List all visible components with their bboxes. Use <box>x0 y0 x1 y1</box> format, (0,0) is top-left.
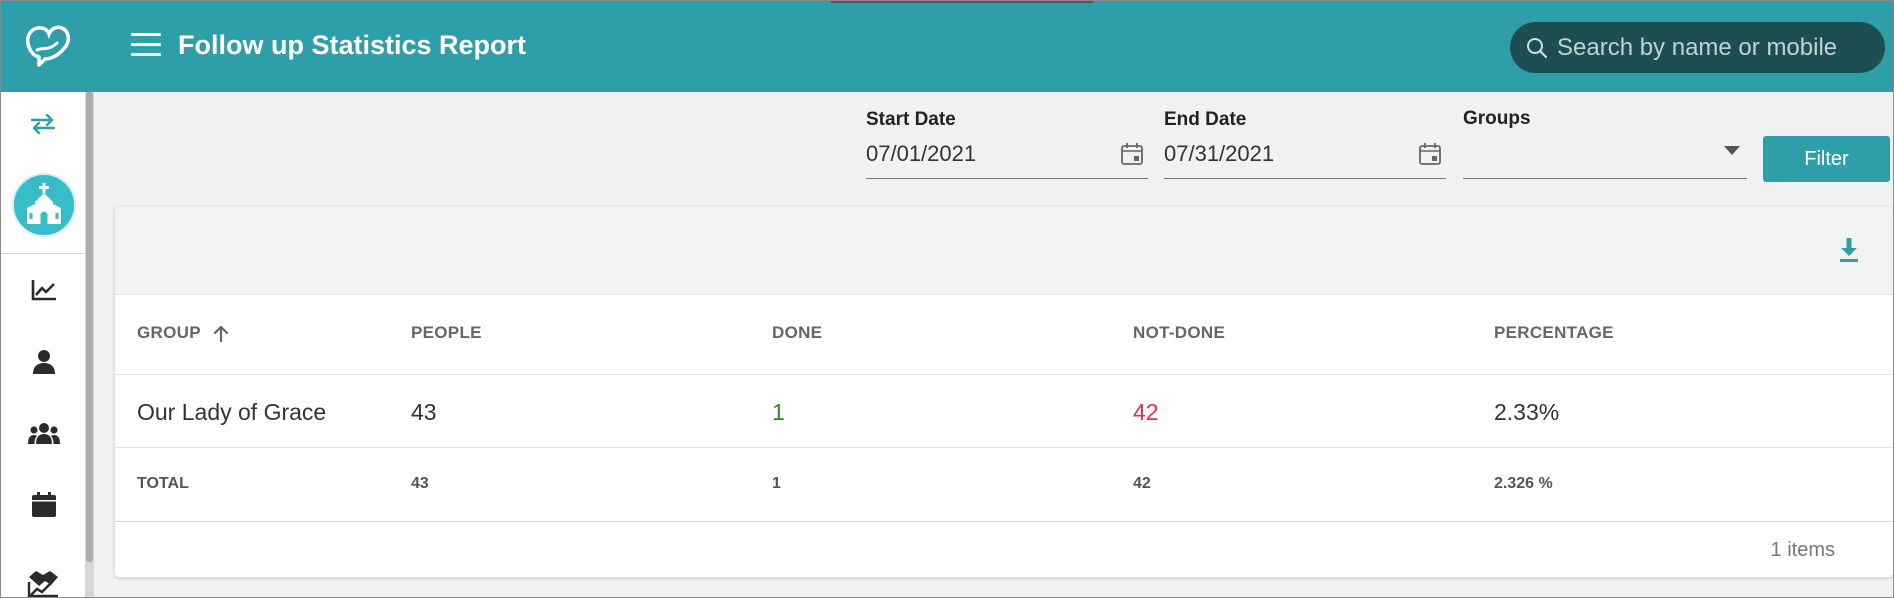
total-people: 43 <box>411 475 429 492</box>
column-header-group[interactable]: GROUP <box>137 323 228 343</box>
handshake-chart-icon[interactable] <box>27 567 60 597</box>
swap-arrows-icon[interactable] <box>30 113 56 135</box>
start-date-value[interactable]: 07/01/2021 <box>866 141 976 167</box>
chart-line-icon[interactable] <box>31 279 57 301</box>
groups-label: Groups <box>1463 108 1531 129</box>
window-notch <box>831 1 1093 3</box>
column-header-percentage[interactable]: PERCENTAGE <box>1494 323 1614 343</box>
users-group-icon[interactable] <box>28 422 60 444</box>
scrollbar-thumb[interactable] <box>86 92 93 562</box>
search-input[interactable] <box>1555 28 1874 68</box>
page-title: Follow up Statistics Report <box>178 30 527 60</box>
app-window: Follow up Statistics Report Search by na… <box>0 0 1894 598</box>
search-icon <box>1527 38 1548 59</box>
end-date-label: End Date <box>1164 109 1247 130</box>
column-header-people[interactable]: PEOPLE <box>411 323 482 343</box>
church-icon <box>27 183 61 224</box>
end-date-value[interactable]: 07/31/2021 <box>1164 141 1274 167</box>
calendar-icon[interactable] <box>1418 142 1442 166</box>
cell-percentage: 2.33% <box>1494 399 1560 425</box>
sidebar-divider <box>1 253 85 254</box>
start-date-underline <box>866 178 1148 179</box>
cell-people: 43 <box>411 399 437 425</box>
sort-ascending-icon[interactable] <box>213 325 228 342</box>
column-header-group-label: GROUP <box>137 323 201 342</box>
top-bar: Follow up Statistics Report <box>1 1 1893 92</box>
total-label: TOTAL <box>137 475 189 492</box>
person-icon[interactable] <box>32 349 56 374</box>
menu-toggle-icon[interactable] <box>131 33 161 59</box>
cell-done: 1 <box>772 399 785 425</box>
row-divider <box>115 521 1893 522</box>
cell-group: Our Lady of Grace <box>137 399 327 425</box>
calendar-icon[interactable] <box>32 492 56 517</box>
sidebar <box>1 92 85 597</box>
row-divider <box>115 447 1893 448</box>
report-table-card: GROUP PEOPLE DONE NOT-DONE PERCENTAGE Ou… <box>115 207 1893 577</box>
row-divider <box>115 374 1893 375</box>
start-date-field[interactable]: Start Date 07/01/2021 <box>866 109 1148 181</box>
caret-down-icon[interactable] <box>1724 146 1740 156</box>
total-not-done: 42 <box>1133 475 1151 492</box>
start-date-label: Start Date <box>866 109 956 130</box>
filter-button[interactable]: Filter <box>1763 136 1890 182</box>
column-header-not-done[interactable]: NOT-DONE <box>1133 323 1225 343</box>
items-count: 1 items <box>1770 539 1835 561</box>
calendar-icon[interactable] <box>1120 142 1144 166</box>
total-percentage: 2.326 % <box>1494 475 1553 492</box>
end-date-field[interactable]: End Date 07/31/2021 <box>1164 109 1446 181</box>
column-header-done[interactable]: DONE <box>772 323 822 343</box>
sidebar-scrollbar[interactable] <box>85 92 94 597</box>
total-done: 1 <box>772 475 781 492</box>
table-toolbar <box>115 207 1893 295</box>
groups-underline <box>1463 178 1747 179</box>
end-date-underline <box>1164 178 1446 179</box>
church-avatar[interactable] <box>12 173 76 237</box>
app-logo-icon[interactable] <box>23 23 73 69</box>
download-icon[interactable] <box>1837 237 1861 263</box>
groups-select[interactable]: Groups <box>1463 108 1747 180</box>
cell-not-done: 42 <box>1133 399 1159 425</box>
search-box[interactable] <box>1510 22 1885 73</box>
